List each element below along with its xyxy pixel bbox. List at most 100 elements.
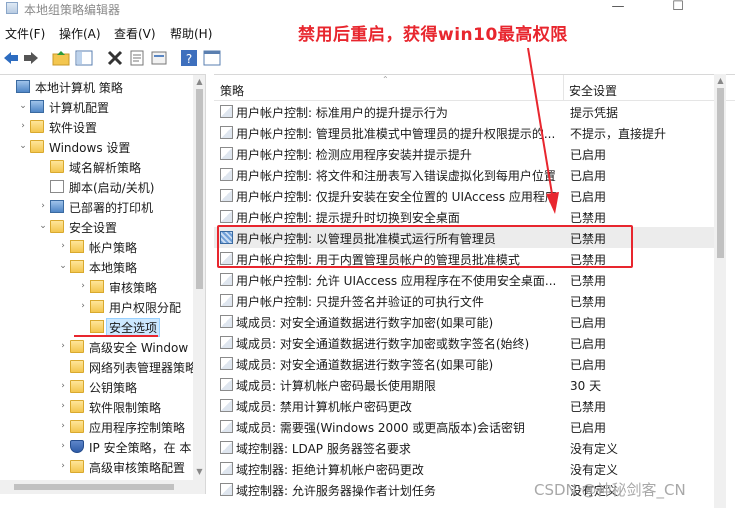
menu-file[interactable]: 文件(F) xyxy=(5,25,45,42)
tree-item[interactable]: › 高级安全 Window xyxy=(0,337,192,357)
tree-item[interactable]: 安全选项 xyxy=(0,317,192,337)
tree-item-label: 网络列表管理器策略 xyxy=(89,361,198,375)
table-row[interactable]: 域控制器: LDAP 服务器签名要求 没有定义 xyxy=(214,437,714,458)
tree-item-label: 软件设置 xyxy=(49,121,98,135)
policy-name: 域成员: 计算机帐户密码最长使用期限 xyxy=(236,379,436,393)
tree-item[interactable]: › 帐户策略 xyxy=(0,237,192,257)
tree-item-label: Windows 设置 xyxy=(49,141,131,155)
policy-setting: 没有定义 xyxy=(570,442,619,456)
list-scrollbar[interactable]: ▲ xyxy=(714,74,726,508)
tree-scrollbar[interactable]: ▲ ▼ xyxy=(193,75,205,480)
tree-item[interactable]: › 审核策略 xyxy=(0,277,192,297)
expand-icon[interactable]: › xyxy=(58,461,68,471)
tree-item[interactable]: ⌄ 安全设置 xyxy=(0,217,192,237)
expand-icon[interactable]: › xyxy=(18,121,28,131)
menu-action[interactable]: 操作(A) xyxy=(59,25,101,42)
expand-icon[interactable]: › xyxy=(78,281,88,291)
collapse-icon[interactable]: ⌄ xyxy=(58,261,68,271)
security-folder-icon xyxy=(50,220,64,233)
tree-pane: 本地计算机 策略 ⌄ 计算机配置 › 软件设置 ⌄ Windows 设置域名解析策略 脚本(启… xyxy=(0,74,206,480)
tree-hscroll-thumb[interactable] xyxy=(14,484,174,490)
sort-indicator-icon: ⌃ xyxy=(382,75,389,84)
table-row[interactable]: 域成员: 对安全通道数据进行数字签名(如果可能) 已启用 xyxy=(214,353,714,374)
forward-arrow-icon[interactable] xyxy=(22,49,40,67)
policy-icon xyxy=(220,210,233,223)
table-row[interactable]: 用户帐户控制: 只提升签名并验证的可执行文件 已禁用 xyxy=(214,290,714,311)
console-icon[interactable] xyxy=(203,49,221,67)
folder-lock-icon xyxy=(70,260,84,273)
table-row[interactable]: 域控制器: 拒绝计算机帐户密码更改 没有定义 xyxy=(214,458,714,479)
expand-icon[interactable]: › xyxy=(78,301,88,311)
tree-hscrollbar[interactable] xyxy=(0,480,206,494)
highlight-box xyxy=(217,225,633,268)
scroll-down-icon[interactable]: ▼ xyxy=(195,467,204,477)
menu-view[interactable]: 查看(V) xyxy=(114,25,156,42)
expand-icon[interactable]: › xyxy=(58,401,68,411)
list-scroll-thumb[interactable] xyxy=(717,88,724,258)
tree-item-label: 用户权限分配 xyxy=(109,301,182,315)
help-icon[interactable]: ? xyxy=(180,49,198,67)
scroll-up-icon[interactable]: ▲ xyxy=(716,76,725,86)
tree-item[interactable]: 本地计算机 策略 xyxy=(0,77,192,97)
table-row[interactable]: 用户帐户控制: 允许 UIAccess 应用程序在不使用安全桌面... 已禁用 xyxy=(214,269,714,290)
table-row[interactable]: 域成员: 对安全通道数据进行数字加密(如果可能) 已启用 xyxy=(214,311,714,332)
table-row[interactable]: 用户帐户控制: 将文件和注册表写入错误虚拟化到每用户位置 已启用 xyxy=(214,164,714,185)
tree-item[interactable]: ⌄ Windows 设置 xyxy=(0,137,192,157)
minimize-button[interactable]: — xyxy=(595,0,641,18)
table-row[interactable]: 域成员: 需要强(Windows 2000 或更高版本)会话密钥 已启用 xyxy=(214,416,714,437)
tree-item[interactable]: 脚本(启动/关机) xyxy=(0,177,192,197)
table-row[interactable]: 用户帐户控制: 提示提升时切换到安全桌面 已禁用 xyxy=(214,206,714,227)
policy-setting: 已启用 xyxy=(570,190,607,204)
folder-icon xyxy=(30,120,44,133)
tree-item[interactable]: › IP 安全策略，在 本 xyxy=(0,437,192,457)
tree-item[interactable]: ⌄ 计算机配置 xyxy=(0,97,192,117)
menu-help[interactable]: 帮助(H) xyxy=(170,25,212,42)
table-row[interactable]: 用户帐户控制: 检测应用程序安装并提示提升 已启用 xyxy=(214,143,714,164)
tree-scroll-thumb[interactable] xyxy=(196,89,203,289)
column-setting[interactable]: 安全设置 xyxy=(569,82,617,99)
tree-item[interactable]: 网络列表管理器策略 xyxy=(0,357,197,377)
export-icon[interactable] xyxy=(150,49,168,67)
policy-list-pane: 策略 ⌃ 安全设置 用户帐户控制: 标准用户的提升提示行为 提示凭据 用户帐户控制:… xyxy=(214,74,735,508)
show-tree-icon[interactable] xyxy=(75,49,93,67)
table-row[interactable]: 域成员: 计算机帐户密码最长使用期限 30 天 xyxy=(214,374,714,395)
tree-item-label: 应用程序控制策略 xyxy=(89,421,186,435)
tree-item[interactable]: › 用户权限分配 xyxy=(0,297,192,317)
table-row[interactable]: 域成员: 对安全通道数据进行数字加密或数字签名(始终) 已启用 xyxy=(214,332,714,353)
expand-icon[interactable]: › xyxy=(58,421,68,431)
computer-icon xyxy=(30,100,44,113)
table-row[interactable]: 域成员: 禁用计算机帐户密码更改 已禁用 xyxy=(214,395,714,416)
tree-item[interactable]: › 软件设置 xyxy=(0,117,192,137)
back-arrow-icon[interactable] xyxy=(2,49,20,67)
expand-icon[interactable]: › xyxy=(58,441,68,451)
tree-item[interactable]: › 高级审核策略配置 xyxy=(0,457,192,477)
tree-item-label: IP 安全策略，在 本 xyxy=(89,441,192,455)
scroll-up-icon[interactable]: ▲ xyxy=(195,77,204,87)
column-separator[interactable] xyxy=(563,75,564,101)
expand-icon[interactable]: › xyxy=(58,381,68,391)
tree-item[interactable]: › 软件限制策略 xyxy=(0,397,192,417)
maximize-button[interactable]: ☐ xyxy=(655,0,701,18)
tree-item[interactable]: › 应用程序控制策略 xyxy=(0,417,192,437)
table-row[interactable]: 用户帐户控制: 仅提升安装在安全位置的 UIAccess 应用程序 已启用 xyxy=(214,185,714,206)
collapse-icon[interactable]: ⌄ xyxy=(18,141,28,151)
folder-lock-icon xyxy=(90,280,104,293)
delete-icon[interactable] xyxy=(106,49,124,67)
tree-item[interactable]: 域名解析策略 xyxy=(0,157,192,177)
table-row[interactable]: 用户帐户控制: 管理员批准模式中管理员的提升权限提示的... 不提示，直接提升 xyxy=(214,122,714,143)
policy-icon xyxy=(220,168,233,181)
expand-icon[interactable]: › xyxy=(58,341,68,351)
collapse-icon[interactable]: ⌄ xyxy=(38,221,48,231)
properties-icon[interactable] xyxy=(128,49,146,67)
table-row[interactable]: 用户帐户控制: 标准用户的提升提示行为 提示凭据 xyxy=(214,101,714,122)
column-policy[interactable]: 策略 xyxy=(220,82,244,99)
collapse-icon[interactable]: ⌄ xyxy=(18,101,28,111)
folder-up-icon[interactable] xyxy=(52,49,70,67)
expand-icon[interactable]: › xyxy=(58,241,68,251)
tree-item[interactable]: ⌄ 本地策略 xyxy=(0,257,192,277)
expand-icon[interactable]: › xyxy=(38,201,48,211)
tree-item[interactable]: › 公钥策略 xyxy=(0,377,192,397)
tree-item[interactable]: › 已部署的打印机 xyxy=(0,197,192,217)
policy-setting: 已禁用 xyxy=(570,400,607,414)
